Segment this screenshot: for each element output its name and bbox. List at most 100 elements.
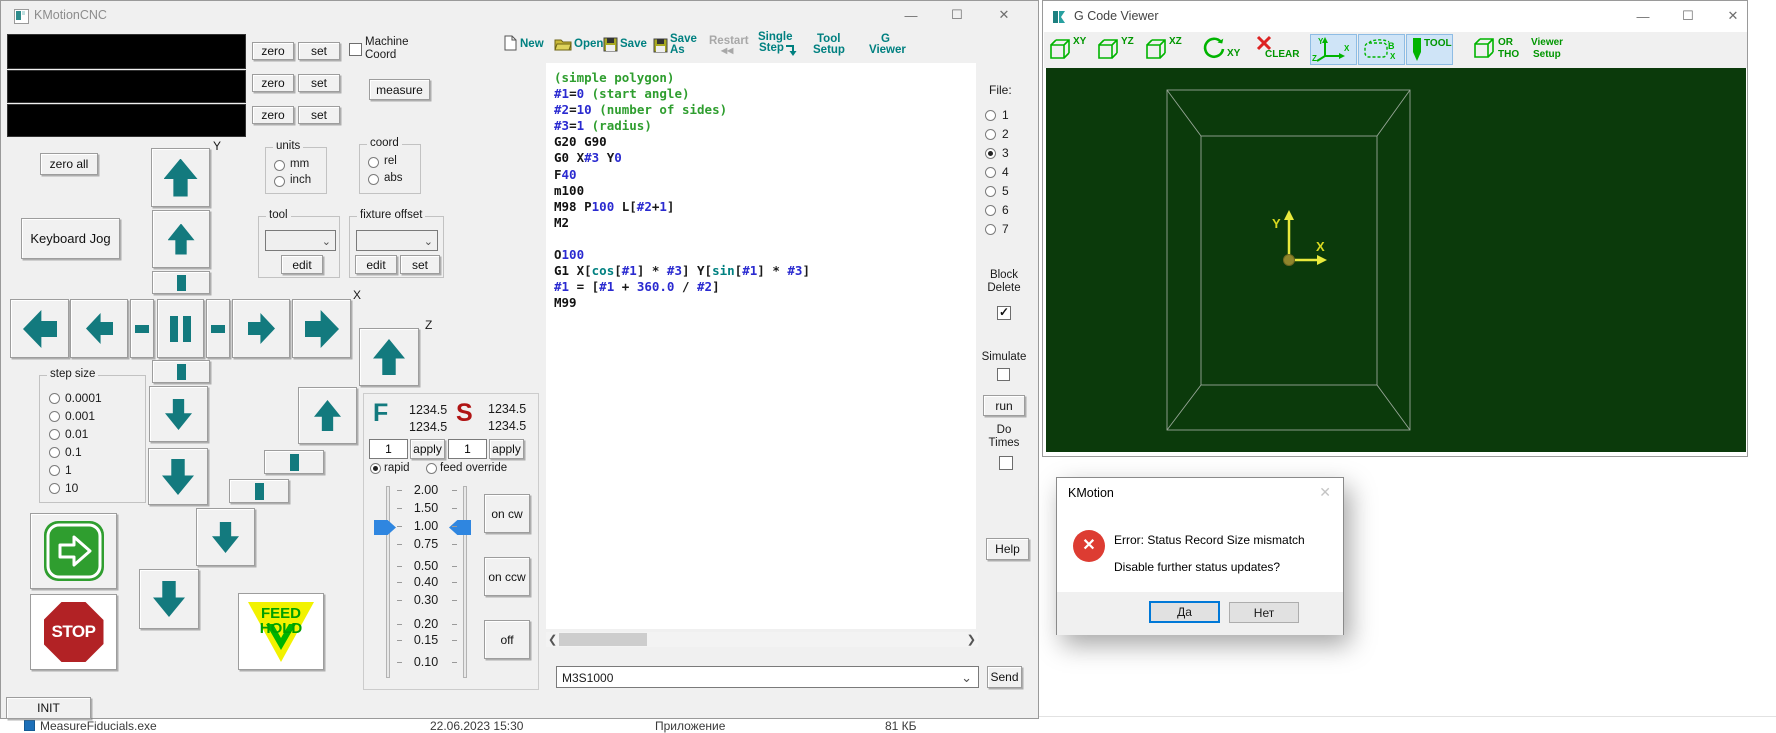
dialog-close-icon[interactable]: ✕ <box>1319 484 1331 501</box>
spindle-override-input[interactable] <box>448 439 487 459</box>
help-button[interactable]: Help <box>986 538 1029 560</box>
jog-z-plus-step-button[interactable] <box>264 450 324 474</box>
viewer-setup-button[interactable]: Viewer Setup <box>1531 36 1577 64</box>
file-radio-3[interactable] <box>985 148 996 159</box>
close-button[interactable]: ✕ <box>989 5 1019 25</box>
units-inch-radio[interactable] <box>274 176 285 187</box>
run-button[interactable]: run <box>983 395 1025 416</box>
dialog-yes-button[interactable]: Да <box>1149 601 1220 623</box>
coord-rel-radio[interactable] <box>368 157 379 168</box>
jog-z-plus-fast-button[interactable] <box>359 328 419 386</box>
jog-z-minus-slow-button[interactable] <box>196 508 255 566</box>
kmotioncnc-title-bar[interactable]: KMotionCNC — ☐ ✕ <box>1 1 1038 29</box>
minimize-button[interactable]: — <box>896 5 926 25</box>
file-radio-5[interactable] <box>985 186 996 197</box>
file-radio-7[interactable] <box>985 224 996 235</box>
jog-x-plus-step-button[interactable] <box>206 299 230 358</box>
zero-y-button[interactable]: zero <box>252 74 294 92</box>
toggle-axes-button[interactable]: Y X Z <box>1310 34 1357 65</box>
block-delete-checkbox[interactable]: ✓ <box>997 306 1011 320</box>
spindle-off-button[interactable]: off <box>484 620 530 659</box>
step-size-radio-1[interactable] <box>49 465 60 476</box>
new-file-button[interactable]: New <box>504 35 554 57</box>
fixture-select[interactable]: ⌄ <box>356 230 438 251</box>
step-size-radio-0.001[interactable] <box>49 411 60 422</box>
simulate-checkbox[interactable] <box>997 368 1010 381</box>
save-as-button[interactable]: Save As <box>653 33 708 59</box>
feed-override-input[interactable] <box>369 439 408 459</box>
do-times-checkbox[interactable] <box>999 456 1013 470</box>
spindle-slider-thumb[interactable] <box>449 520 471 535</box>
jog-x-minus-slow-button[interactable] <box>70 299 128 358</box>
zero-z-button[interactable]: zero <box>252 106 294 124</box>
step-size-radio-0.1[interactable] <box>49 447 60 458</box>
jog-y-plus-slow-button[interactable] <box>152 210 210 268</box>
feed-slider-track[interactable] <box>386 486 390 678</box>
clear-button[interactable]: CLEAR <box>1256 35 1304 65</box>
mdi-send-button[interactable]: Send <box>987 666 1022 688</box>
restart-button[interactable]: Restart ◀◀ <box>709 33 757 59</box>
scroll-thumb[interactable] <box>559 633 647 646</box>
jog-pause-button[interactable] <box>157 299 204 358</box>
machine-coord-checkbox[interactable] <box>349 43 362 56</box>
jog-x-minus-fast-button[interactable] <box>10 299 69 358</box>
save-button[interactable]: Save <box>603 35 658 57</box>
feed-override-radio[interactable] <box>426 463 437 474</box>
jog-y-minus-step-button[interactable] <box>152 360 210 383</box>
feed-slider-thumb[interactable] <box>374 520 396 535</box>
units-mm-radio[interactable] <box>274 160 285 171</box>
spindle-on-ccw-button[interactable]: on ccw <box>484 557 530 596</box>
coord-abs-radio[interactable] <box>368 174 379 185</box>
tool-setup-button[interactable]: Tool Setup <box>813 33 855 59</box>
cycle-start-button[interactable] <box>30 513 117 589</box>
jog-x-minus-step-button[interactable] <box>130 299 154 358</box>
minimize-button[interactable]: — <box>1628 6 1658 26</box>
maximize-button[interactable]: ☐ <box>942 5 972 25</box>
jog-x-plus-slow-button[interactable] <box>232 299 290 358</box>
set-x-button[interactable]: set <box>298 42 340 60</box>
file-radio-1[interactable] <box>985 110 996 121</box>
zero-x-button[interactable]: zero <box>252 42 294 60</box>
zero-all-button[interactable]: zero all <box>40 153 98 175</box>
dialog-no-button[interactable]: Нет <box>1229 602 1299 623</box>
spindle-on-cw-button[interactable]: on cw <box>484 494 530 533</box>
jog-y-plus-fast-button[interactable] <box>151 148 210 207</box>
init-button[interactable]: INIT <box>6 697 91 719</box>
toggle-box-button[interactable]: B X <box>1358 34 1405 65</box>
chevron-down-icon[interactable]: ⌄ <box>961 670 972 686</box>
stop-button[interactable]: STOP <box>30 594 117 670</box>
jog-y-minus-slow-button[interactable] <box>149 386 208 442</box>
dialog-title-bar[interactable]: KMotion ✕ <box>1057 478 1343 506</box>
file-radio-6[interactable] <box>985 205 996 216</box>
viewer-title-bar[interactable]: G Code Viewer — ☐ ✕ <box>1043 1 1747 32</box>
step-size-radio-0.0001[interactable] <box>49 393 60 404</box>
ortho-button[interactable]: OR THO <box>1472 35 1522 65</box>
keyboard-jog-button[interactable]: Keyboard Jog <box>21 218 120 259</box>
tool-select[interactable]: ⌄ <box>265 230 336 251</box>
jog-x-plus-fast-button[interactable] <box>292 299 351 358</box>
step-size-radio-10[interactable] <box>49 483 60 494</box>
rotate-xy-button[interactable]: XY <box>1202 36 1244 64</box>
gcode-editor[interactable]: (simple polygon)#1=0 (start angle)#2=10 … <box>546 63 976 629</box>
viewer-viewport[interactable]: Y X <box>1046 68 1746 452</box>
gcode-hscrollbar[interactable]: ❮ ❯ <box>546 632 978 647</box>
view-xz-button[interactable]: XZ <box>1144 36 1186 64</box>
feed-apply-button[interactable]: apply <box>410 439 445 459</box>
jog-y-plus-step-button[interactable] <box>152 271 210 294</box>
feed-hold-button[interactable]: FEED HOLD <box>238 593 324 670</box>
jog-z-minus-step-button[interactable] <box>229 479 289 503</box>
scroll-right-icon[interactable]: ❯ <box>967 633 976 646</box>
toggle-tool-button[interactable]: TOOL <box>1406 34 1453 65</box>
file-radio-4[interactable] <box>985 167 996 178</box>
fixture-set-button[interactable]: set <box>400 255 440 274</box>
single-step-button[interactable]: Single Step <box>758 31 806 59</box>
view-yz-button[interactable]: YZ <box>1096 36 1138 64</box>
spindle-slider-track[interactable] <box>463 486 467 678</box>
g-viewer-button[interactable]: G Viewer <box>869 33 911 59</box>
set-y-button[interactable]: set <box>298 74 340 92</box>
measure-button[interactable]: measure <box>369 79 430 100</box>
mdi-combo[interactable]: M3S1000 ⌄ <box>556 666 979 688</box>
jog-z-plus-slow-button[interactable] <box>298 387 357 444</box>
spindle-apply-button[interactable]: apply <box>489 439 524 459</box>
maximize-button[interactable]: ☐ <box>1673 6 1703 26</box>
